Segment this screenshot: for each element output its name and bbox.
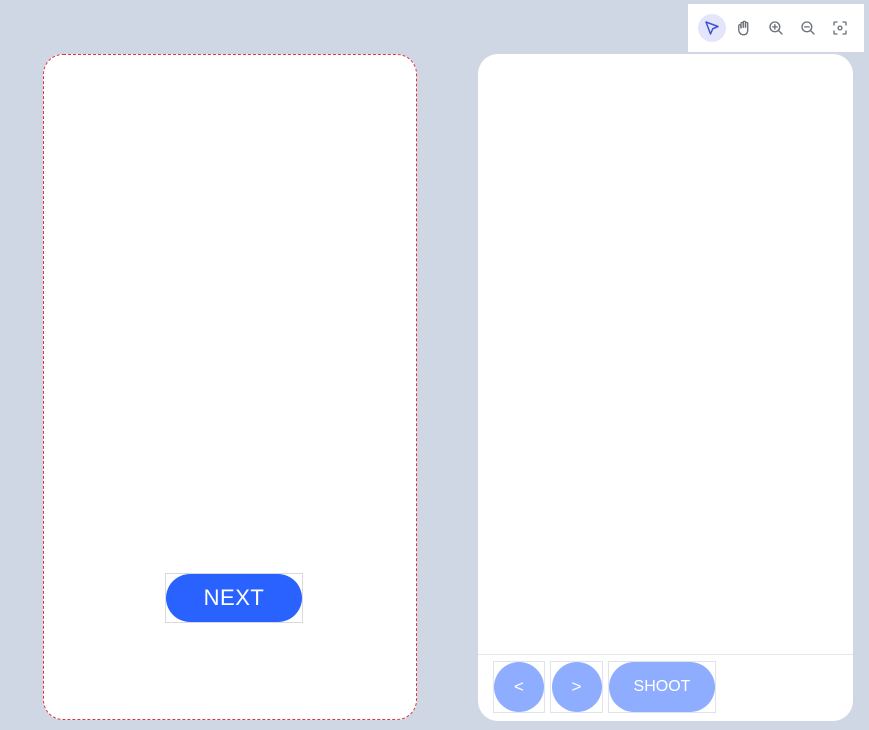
pointer-icon (705, 21, 719, 35)
next-button-bounds: NEXT (165, 573, 303, 623)
camera-preview-area (478, 54, 853, 655)
shoot-button-bounds: SHOOT (608, 661, 716, 713)
next-camera-button-bounds: > (550, 661, 603, 713)
screen-frame-selected[interactable]: NEXT (43, 54, 417, 720)
zoom-in-icon (769, 21, 783, 35)
prev-button-bounds: < (493, 661, 545, 713)
hand-icon (738, 20, 749, 36)
zoom-in-button[interactable] (762, 14, 790, 42)
canvas-toolbar (688, 4, 864, 52)
camera-control-bar: < > SHOOT (478, 655, 853, 721)
zoom-out-icon (801, 21, 815, 35)
zoom-out-button[interactable] (794, 14, 822, 42)
next-button[interactable]: NEXT (166, 574, 302, 622)
pan-tool-button[interactable] (730, 14, 758, 42)
fit-screen-button[interactable] (826, 14, 854, 42)
next-camera-button[interactable]: > (551, 662, 602, 712)
select-tool-button[interactable] (698, 14, 726, 42)
prev-button[interactable]: < (494, 662, 544, 712)
shoot-button[interactable]: SHOOT (609, 662, 715, 712)
fit-screen-icon (833, 21, 847, 35)
screen-frame-camera[interactable]: < > SHOOT (478, 54, 853, 721)
